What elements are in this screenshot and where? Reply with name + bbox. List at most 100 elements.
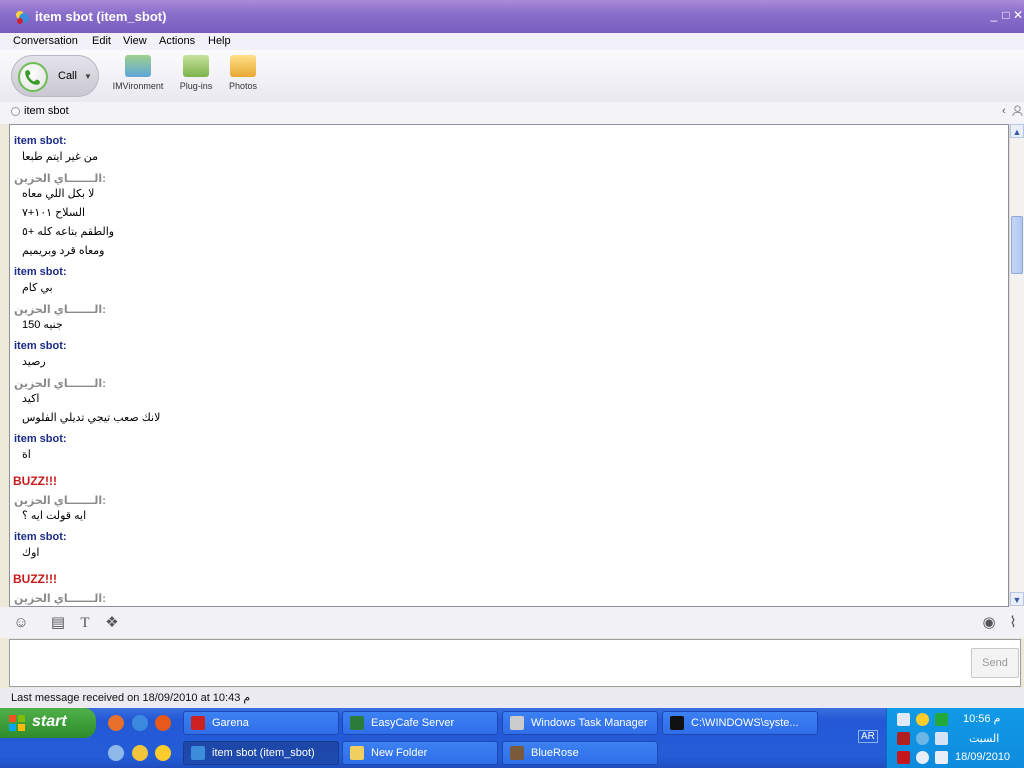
task-easycafe[interactable]: EasyCafe Server: [342, 711, 498, 735]
scrollbar[interactable]: ▲ ▼: [1009, 124, 1024, 607]
title-bar[interactable]: item sbot (item_sbot) _ □ ✕: [0, 0, 1024, 33]
menu-conversation[interactable]: Conversation: [13, 35, 78, 47]
close-button[interactable]: ✕: [1012, 9, 1024, 21]
call-label: Call: [58, 70, 77, 82]
message-text: 150 جنيه: [22, 319, 63, 331]
scroll-down-arrow-icon[interactable]: ▼: [1010, 592, 1024, 606]
internet-explorer-icon[interactable]: [132, 715, 148, 731]
person-icon[interactable]: [1012, 105, 1023, 119]
quicklaunch-icon[interactable]: [108, 715, 124, 731]
start-button[interactable]: start: [0, 708, 96, 738]
collapse-icon[interactable]: ‹: [1002, 105, 1006, 117]
messenger-smiley-icon[interactable]: [155, 745, 171, 761]
task-bluerose[interactable]: BlueRose: [502, 741, 658, 765]
bluerose-icon: [510, 746, 524, 760]
task-task-manager[interactable]: Windows Task Manager: [502, 711, 658, 735]
buzz-text: BUZZ!!!: [13, 572, 57, 586]
task-item-sbot[interactable]: item sbot (item_sbot): [183, 741, 339, 765]
menu-help[interactable]: Help: [208, 35, 231, 47]
message-sender: الـــــــاي الحزين:: [14, 173, 106, 185]
photos-button[interactable]: Photos: [228, 55, 258, 91]
task-label: item sbot (item_sbot): [212, 747, 315, 759]
menu-view[interactable]: View: [123, 35, 147, 47]
clock-date: 18/09/2010: [955, 751, 1011, 763]
plugin-icon: [183, 55, 209, 77]
plugins-button[interactable]: Plug-ins: [178, 55, 214, 91]
phone-icon: [18, 62, 48, 92]
background-icon[interactable]: ❖: [102, 613, 122, 633]
attachment-icon[interactable]: ⌇: [1003, 613, 1023, 633]
scroll-up-arrow-icon[interactable]: ▲: [1010, 124, 1024, 138]
command-prompt-icon: [670, 716, 684, 730]
photos-icon: [230, 55, 256, 77]
system-tray: 10:56 م السبت 18/09/2010: [886, 708, 1024, 768]
menu-edit[interactable]: Edit: [92, 35, 111, 47]
message-sender: item sbot:: [14, 340, 67, 352]
message-text: بي كام: [22, 282, 53, 294]
task-label: EasyCafe Server: [371, 717, 455, 729]
call-button[interactable]: Call ▼: [11, 55, 99, 97]
globe-icon[interactable]: [916, 732, 929, 745]
garena-icon: [191, 716, 205, 730]
task-label: BlueRose: [531, 747, 579, 759]
message-text: رصيد: [22, 356, 46, 368]
task-label: Garena: [212, 717, 249, 729]
status-bar: Last message received on 18/09/2010 at 1…: [0, 688, 1024, 708]
ati-icon[interactable]: [897, 751, 910, 764]
buzz-text: BUZZ!!!: [13, 474, 57, 488]
task-label: C:\WINDOWS\syste...: [691, 717, 799, 729]
quicklaunch-icon[interactable]: [108, 745, 124, 761]
conversation-history[interactable]: item sbot: من غير ايتم طبعا الـــــــاي ال…: [9, 124, 1009, 607]
task-label: Windows Task Manager: [531, 717, 648, 729]
window-title: item sbot (item_sbot): [35, 9, 167, 24]
contact-name: item sbot: [24, 105, 69, 117]
wink-icon[interactable]: ▤: [48, 613, 68, 633]
message-sender: الـــــــاي الحزين:: [14, 378, 106, 390]
chevron-down-icon[interactable]: ▼: [84, 72, 92, 81]
imvironment-label: IMVironment: [112, 81, 164, 91]
photos-label: Photos: [228, 81, 258, 91]
message-text: السلاح ١٠١+٧: [22, 207, 86, 219]
task-label: New Folder: [371, 747, 428, 759]
webcam-icon[interactable]: ◉: [979, 613, 999, 633]
message-text: اة: [22, 449, 31, 461]
message-sender: item sbot:: [14, 433, 67, 445]
firefox-icon[interactable]: [155, 715, 171, 731]
message-text: ايه قولت ايه ؟: [22, 510, 87, 522]
scroll-thumb[interactable]: [1011, 216, 1023, 274]
clock-time: 10:56 م: [963, 713, 1001, 725]
imvironment-button[interactable]: IMVironment: [112, 55, 164, 91]
imvironment-icon: [125, 55, 151, 77]
contact-bar: item sbot ‹: [0, 102, 1024, 124]
emoticon-icon[interactable]: ☺: [11, 613, 31, 633]
message-text: اوك: [22, 547, 40, 559]
monitor-icon[interactable]: [935, 713, 948, 726]
message-sender: الـــــــاي الحزين:: [14, 495, 106, 507]
start-label: start: [32, 713, 67, 730]
format-toolbar: ☺ ▤ T ❖ ◉ ⌇: [0, 607, 1024, 638]
task-command-prompt[interactable]: C:\WINDOWS\syste...: [662, 711, 818, 735]
messenger-tray-icon[interactable]: [916, 713, 929, 726]
task-new-folder[interactable]: New Folder: [342, 741, 498, 765]
message-text: اكيد: [22, 393, 40, 405]
message-sender: الـــــــاي الحزين:: [14, 593, 106, 605]
display-icon[interactable]: [935, 732, 948, 745]
minimize-button[interactable]: _: [988, 9, 1000, 21]
font-icon[interactable]: T: [75, 613, 95, 633]
update-icon[interactable]: [916, 751, 929, 764]
volume-icon[interactable]: [935, 751, 948, 764]
task-manager-icon: [510, 716, 524, 730]
task-garena[interactable]: Garena: [183, 711, 339, 735]
send-button[interactable]: Send: [971, 648, 1019, 678]
maximize-button[interactable]: □: [1000, 9, 1012, 21]
media-player-icon[interactable]: [132, 745, 148, 761]
network-icon[interactable]: [897, 713, 910, 726]
message-text: لانك صعب تيجي تديلي الفلوس: [22, 412, 161, 424]
folder-icon: [350, 746, 364, 760]
menu-actions[interactable]: Actions: [159, 35, 195, 47]
language-indicator[interactable]: AR: [858, 730, 878, 743]
message-input[interactable]: [9, 639, 1021, 687]
messenger-app-icon: [16, 11, 29, 24]
messenger-app-icon: [191, 746, 205, 760]
app-tray-icon[interactable]: [897, 732, 910, 745]
